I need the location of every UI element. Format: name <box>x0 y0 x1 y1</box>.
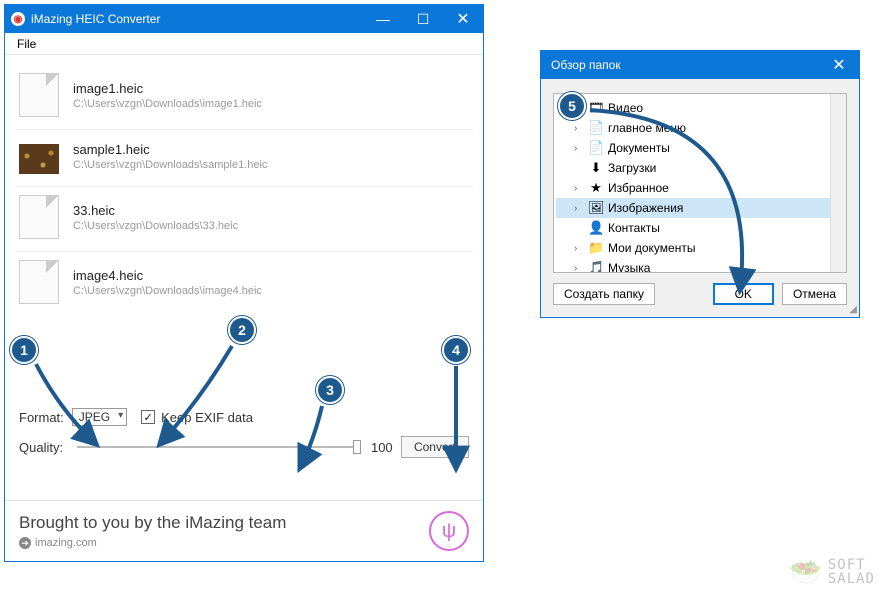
titlebar[interactable]: ◉ iMazing HEIC Converter — ☐ ✕ <box>5 5 483 33</box>
imazing-logo-icon: ψ <box>429 511 469 551</box>
file-row[interactable]: sample1.heic C:\Users\vzgn\Downloads\samp… <box>15 130 473 187</box>
folder-icon: ⬇ <box>588 160 604 176</box>
watermark-line2: SALAD <box>828 572 875 586</box>
dialog-title: Обзор папок <box>547 58 819 72</box>
tree-item[interactable]: › 📁 Мои документы <box>556 238 844 258</box>
file-thumb-icon <box>19 195 59 239</box>
tree-caret-icon: › <box>574 203 584 214</box>
keep-exif-checkbox[interactable]: ✓ <box>141 410 155 424</box>
folder-tree[interactable]: 🎞 Видео › 📄 главное меню › 📄 Документы ⬇ Загрузки… <box>553 93 847 273</box>
tree-item[interactable]: › 📄 Документы <box>556 138 844 158</box>
folder-icon: 📄 <box>588 120 604 136</box>
tree-item[interactable]: › 🎵 Музыка <box>556 258 844 273</box>
tree-item-label: Контакты <box>608 221 660 235</box>
callout-badge-4: 4 <box>442 336 470 364</box>
quality-row: Quality: 100 Convert <box>19 436 469 458</box>
quality-value: 100 <box>371 440 401 455</box>
folder-icon: 🎵 <box>588 260 604 273</box>
dialog-close-button[interactable]: ✕ <box>819 51 859 79</box>
footer-link[interactable]: imazing.com <box>35 537 97 549</box>
file-path: C:\Users\vzgn\Downloads\image4.heic <box>73 285 262 297</box>
format-row: Format: JPEG ✓ Keep EXIF data <box>19 408 469 426</box>
folder-icon: 👤 <box>588 220 604 236</box>
tree-caret-icon: › <box>574 183 584 194</box>
folder-icon: 📄 <box>588 140 604 156</box>
folder-icon: 🖼 <box>588 200 604 216</box>
callout-badge-1: 1 <box>10 336 38 364</box>
tree-item-label: Избранное <box>608 181 669 195</box>
quality-slider[interactable] <box>77 446 361 448</box>
folder-icon: ★ <box>588 180 604 196</box>
dialog-titlebar[interactable]: Обзор папок ✕ <box>541 51 859 79</box>
folder-icon: 🎞 <box>588 100 604 116</box>
file-thumb-icon <box>19 144 59 174</box>
create-folder-button[interactable]: Создать папку <box>553 283 655 305</box>
ok-button[interactable]: OK <box>713 283 774 305</box>
file-path: C:\Users\vzgn\Downloads\image1.heic <box>73 98 262 110</box>
menu-file[interactable]: File <box>11 35 42 53</box>
folder-browse-dialog: Обзор папок ✕ 🎞 Видео › 📄 главное меню › 📄 Доку… <box>540 50 860 318</box>
callout-badge-5: 5 <box>558 92 586 120</box>
app-icon: ◉ <box>11 12 25 26</box>
tree-caret-icon: › <box>574 143 584 154</box>
watermark-icon: 🥗 <box>789 559 821 585</box>
file-path: C:\Users\vzgn\Downloads\33.heic <box>73 220 238 232</box>
file-row[interactable]: image1.heic C:\Users\vzgn\Downloads\image… <box>15 65 473 130</box>
tree-scrollbar[interactable] <box>830 94 846 272</box>
tree-item[interactable]: › ★ Избранное <box>556 178 844 198</box>
tree-item-label: Музыка <box>608 261 650 273</box>
tree-item-label: Загрузки <box>608 161 656 175</box>
file-name: sample1.heic <box>73 142 267 157</box>
keep-exif-label: Keep EXIF data <box>161 410 253 425</box>
tree-caret-icon: › <box>574 263 584 274</box>
tree-item-label: Мои документы <box>608 241 695 255</box>
file-thumb-icon <box>19 73 59 117</box>
tree-item[interactable]: 🎞 Видео <box>556 98 844 118</box>
link-icon: ➔ <box>19 537 31 549</box>
folder-icon: 📁 <box>588 240 604 256</box>
cancel-button[interactable]: Отмена <box>782 283 847 305</box>
tree-item[interactable]: › 📄 главное меню <box>556 118 844 138</box>
quality-label: Quality: <box>19 440 63 455</box>
tree-item-label: Изображения <box>608 201 683 215</box>
tree-item-label: главное меню <box>608 121 686 135</box>
tree-item-label: Видео <box>608 101 643 115</box>
maximize-button[interactable]: ☐ <box>403 5 443 33</box>
resize-grip-icon[interactable]: ◢ <box>849 304 857 315</box>
watermark-line1: SOFT <box>828 558 875 572</box>
tree-item[interactable]: ⬇ Загрузки <box>556 158 844 178</box>
minimize-button[interactable]: — <box>363 5 403 33</box>
slider-thumb[interactable] <box>353 440 361 454</box>
window-title: iMazing HEIC Converter <box>31 12 363 26</box>
close-button[interactable]: ✕ <box>443 5 483 33</box>
format-value: JPEG <box>79 410 110 424</box>
convert-button[interactable]: Convert <box>401 436 469 458</box>
callout-badge-2: 2 <box>228 316 256 344</box>
format-select[interactable]: JPEG <box>72 408 127 426</box>
file-list: image1.heic C:\Users\vzgn\Downloads\image… <box>5 55 483 318</box>
file-thumb-icon <box>19 260 59 304</box>
footer: Brought to you by the iMazing team ➔ ima… <box>5 500 483 561</box>
file-path: C:\Users\vzgn\Downloads\sample1.heic <box>73 159 267 171</box>
tree-item[interactable]: › 🖼 Изображения <box>556 198 844 218</box>
file-name: image1.heic <box>73 81 262 96</box>
controls-area: Format: JPEG ✓ Keep EXIF data Quality: 1… <box>5 318 483 500</box>
tree-item-label: Документы <box>608 141 670 155</box>
footer-tagline: Brought to you by the iMazing team <box>19 513 286 533</box>
file-row[interactable]: image4.heic C:\Users\vzgn\Downloads\image… <box>15 252 473 316</box>
tree-item[interactable]: 👤 Контакты <box>556 218 844 238</box>
format-label: Format: <box>19 410 64 425</box>
callout-badge-3: 3 <box>316 376 344 404</box>
tree-caret-icon: › <box>574 123 584 134</box>
watermark: 🥗 SOFT SALAD <box>789 558 875 586</box>
tree-caret-icon: › <box>574 243 584 254</box>
main-window: ◉ iMazing HEIC Converter — ☐ ✕ File imag… <box>4 4 484 562</box>
file-row[interactable]: 33.heic C:\Users\vzgn\Downloads\33.heic <box>15 187 473 252</box>
file-name: image4.heic <box>73 268 262 283</box>
file-name: 33.heic <box>73 203 238 218</box>
menubar: File <box>5 33 483 55</box>
